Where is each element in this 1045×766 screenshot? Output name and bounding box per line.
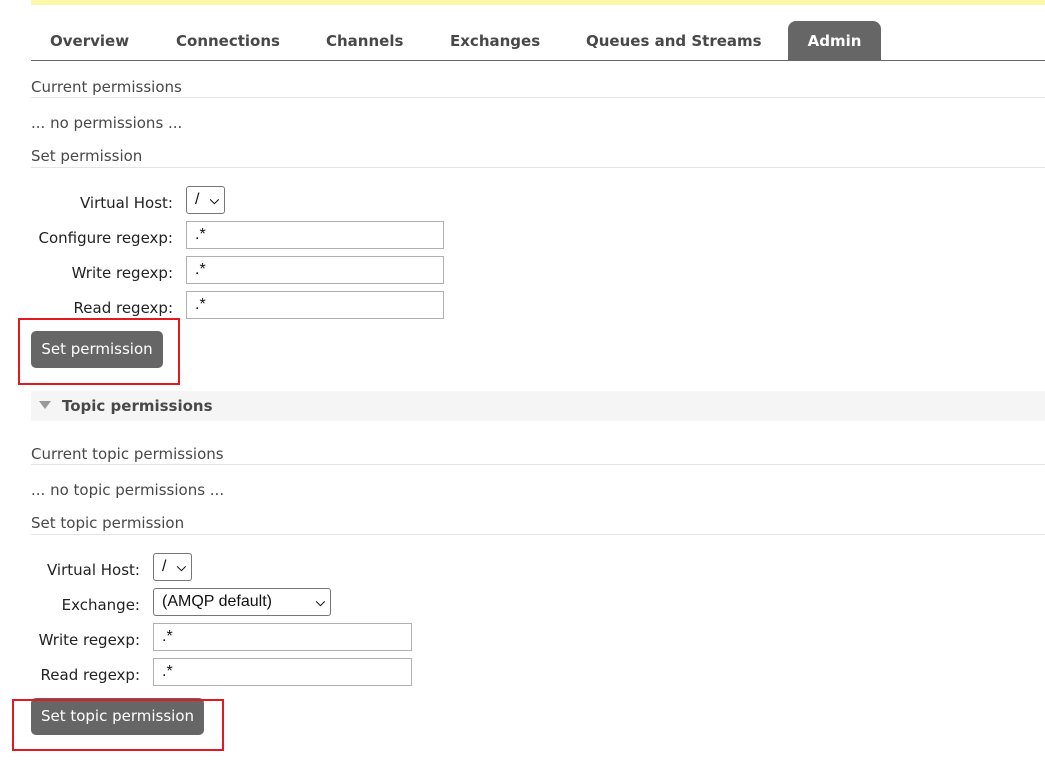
vhost-select[interactable]: / ⌵ <box>186 186 225 214</box>
configure-regexp-label: Configure regexp: <box>38 229 173 247</box>
tab-admin[interactable]: Admin <box>788 21 881 60</box>
write-regexp-label: Write regexp: <box>71 264 173 282</box>
no-permissions-text: ... no permissions ... <box>31 114 183 132</box>
topic-write-regexp-input[interactable]: .* <box>153 623 412 651</box>
vhost-selected-value: / <box>195 191 200 208</box>
chevron-down-icon: ⌵ <box>176 560 186 574</box>
topic-vhost-label: Virtual Host: <box>47 561 140 579</box>
no-topic-permissions-text: ... no topic permissions ... <box>31 481 225 499</box>
exchange-label: Exchange: <box>61 596 140 614</box>
highlight-box <box>18 318 180 385</box>
configure-regexp-input[interactable]: .* <box>186 221 444 249</box>
tab-channels[interactable]: Channels <box>326 21 403 60</box>
set-topic-permission-heading: Set topic permission <box>31 514 185 532</box>
chevron-down-icon: ⌵ <box>209 193 219 207</box>
divider <box>31 167 1045 168</box>
read-regexp-input[interactable]: .* <box>186 291 444 319</box>
chevron-down-icon: ⌵ <box>315 595 325 609</box>
set-permission-heading: Set permission <box>31 147 143 165</box>
topic-write-regexp-label: Write regexp: <box>38 631 140 649</box>
current-topic-permissions-heading: Current topic permissions <box>31 445 224 463</box>
topic-permissions-title: Topic permissions <box>62 397 213 415</box>
current-permissions-heading: Current permissions <box>31 78 182 96</box>
divider <box>31 534 1045 535</box>
main-nav-tabs: Overview Connections Channels Exchanges … <box>31 20 1045 61</box>
highlight-box <box>12 699 224 751</box>
divider <box>31 464 1045 465</box>
triangle-down-icon <box>39 401 51 409</box>
tab-connections[interactable]: Connections <box>176 21 280 60</box>
exchange-selected-value: (AMQP default) <box>162 593 272 610</box>
topic-vhost-select[interactable]: / ⌵ <box>153 553 192 581</box>
read-regexp-label: Read regexp: <box>73 299 173 317</box>
tab-overview[interactable]: Overview <box>50 21 129 60</box>
topic-permissions-section-header[interactable]: Topic permissions <box>31 391 1045 421</box>
vhost-label: Virtual Host: <box>80 194 173 212</box>
write-regexp-input[interactable]: .* <box>186 256 444 284</box>
top-banner <box>31 0 1045 5</box>
divider <box>31 97 1045 98</box>
topic-read-regexp-label: Read regexp: <box>40 666 140 684</box>
topic-vhost-selected-value: / <box>162 558 167 575</box>
tab-queues-and-streams[interactable]: Queues and Streams <box>586 21 762 60</box>
exchange-select[interactable]: (AMQP default) ⌵ <box>153 588 331 616</box>
tab-exchanges[interactable]: Exchanges <box>450 21 540 60</box>
topic-read-regexp-input[interactable]: .* <box>153 658 412 686</box>
